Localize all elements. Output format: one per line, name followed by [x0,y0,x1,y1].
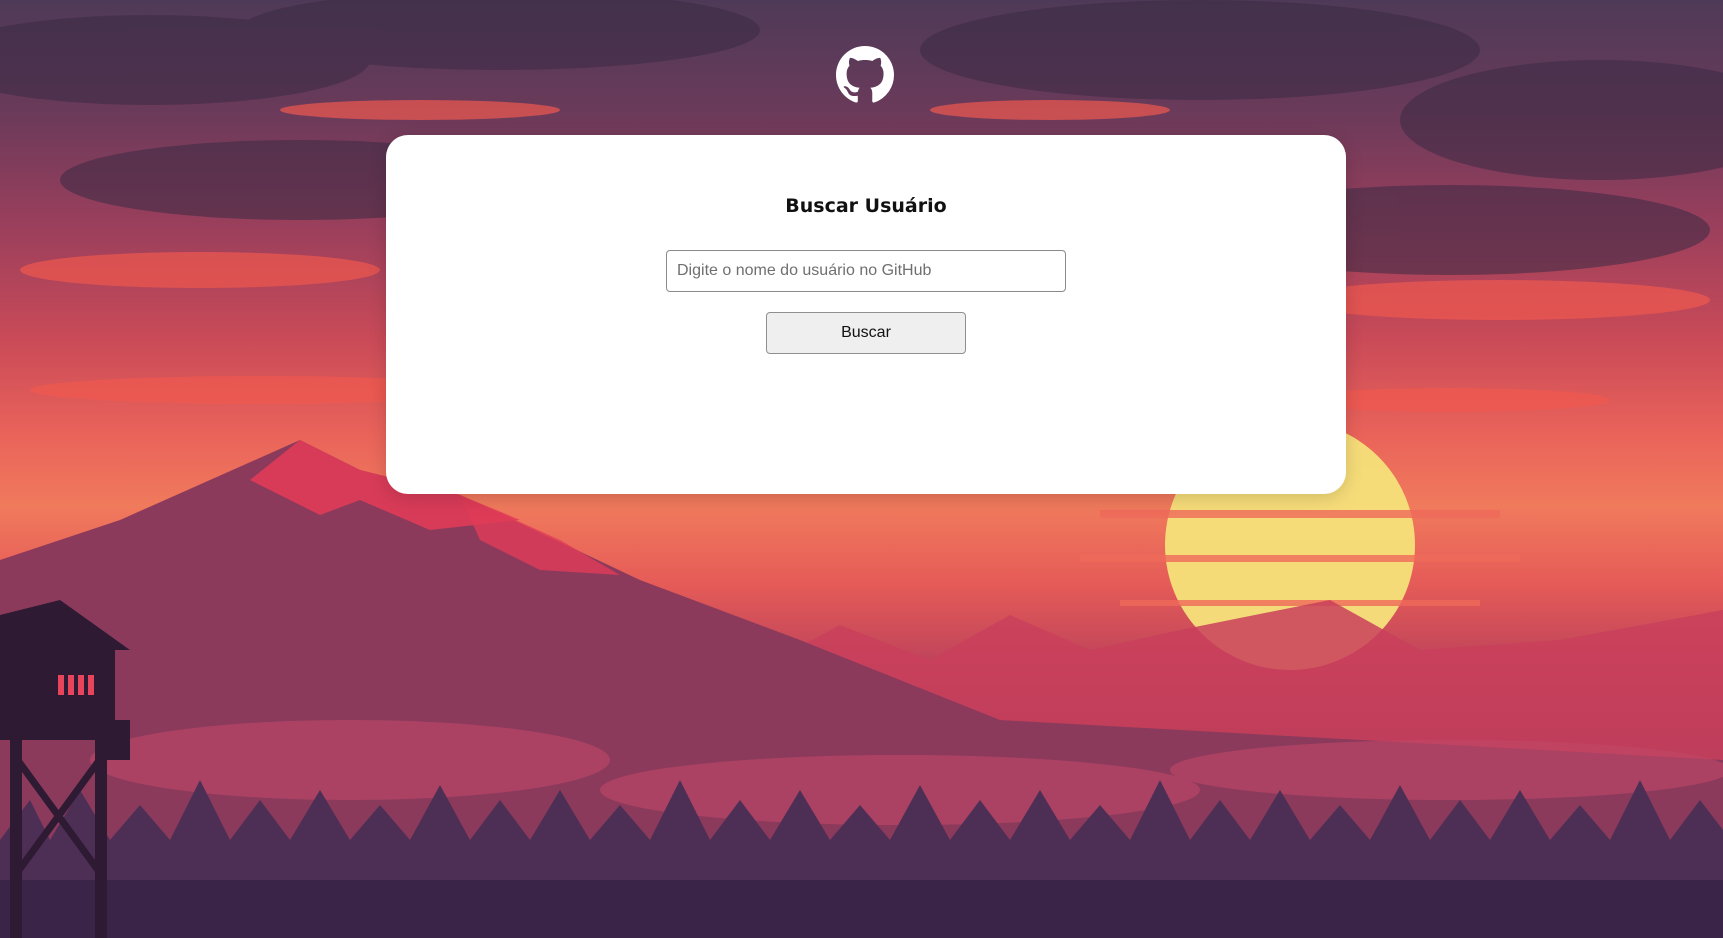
search-button[interactable]: Buscar [766,312,966,354]
search-card: Buscar Usuário Buscar [386,135,1346,494]
page-title: Buscar Usuário [785,195,947,217]
github-icon [836,46,894,104]
search-input[interactable] [666,250,1066,292]
